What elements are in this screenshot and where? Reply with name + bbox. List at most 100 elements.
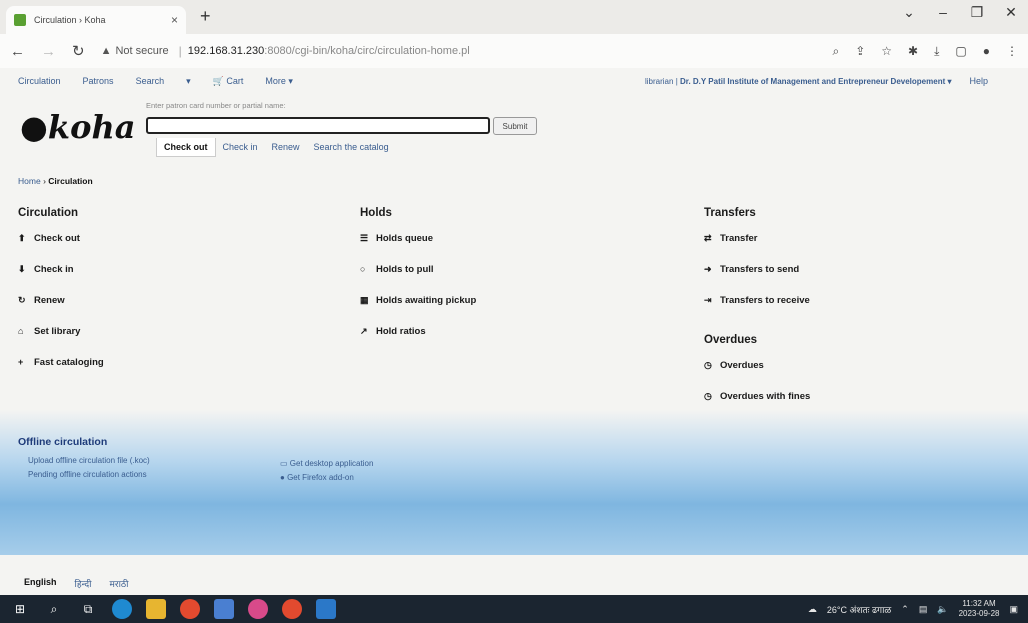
url-divider: |: [178, 44, 182, 58]
upload-icon: ⬆: [18, 233, 26, 243]
minimize-button[interactable]: –: [926, 4, 960, 21]
transfer-link[interactable]: ⇄ Transfer: [704, 233, 810, 264]
exchange-icon: ⇄: [704, 233, 712, 243]
koha-favicon-icon: [14, 14, 26, 26]
circulation-heading: Circulation: [18, 207, 79, 219]
user-library-menu[interactable]: librarian | Dr. D.Y Patil Institute of M…: [645, 77, 952, 86]
zoom-icon[interactable]: ⌕: [832, 44, 839, 59]
offline-tools: ▭ Get desktop application ● Get Firefox …: [280, 457, 373, 485]
nav-search[interactable]: Search: [136, 76, 165, 86]
check-out-link[interactable]: ⬆ Check out: [18, 233, 104, 264]
reload-icon[interactable]: ↻: [72, 42, 85, 60]
tab-title: Circulation › Koha: [34, 15, 106, 25]
chrome2-icon[interactable]: [282, 599, 302, 619]
renew-link[interactable]: ↻ Renew: [18, 295, 104, 326]
list-icon: ☰: [360, 233, 369, 243]
clock[interactable]: 11:32 AM 2023-09-28: [959, 599, 1000, 619]
holds-to-pull-label: Holds to pull: [376, 264, 434, 275]
nav-search-dropdown[interactable]: ▾: [186, 76, 191, 87]
edge-icon[interactable]: [112, 599, 132, 619]
tab-search-icon[interactable]: ⌄: [892, 4, 926, 21]
url-path[interactable]: :8080/cgi-bin/koha/circ/circulation-home…: [264, 45, 469, 57]
address-bar: ← → ↻ ▲ Not secure | 192.168.31.230 :808…: [0, 34, 1028, 68]
download-icon[interactable]: ⤓: [934, 44, 939, 59]
send-icon: ➜: [704, 264, 712, 274]
holds-awaiting-pickup-link[interactable]: ▦ Holds awaiting pickup: [360, 295, 476, 326]
overdues-label: Overdues: [720, 360, 764, 371]
menu-kebab-icon[interactable]: ⋮: [1006, 44, 1018, 59]
weather-text[interactable]: 26°C अंशतः ढगाळ: [827, 603, 891, 616]
nav-circulation[interactable]: Circulation: [18, 76, 61, 86]
tab-check-in[interactable]: Check in: [216, 138, 265, 157]
nav-patrons[interactable]: Patrons: [83, 76, 114, 86]
search-icon[interactable]: ⌕: [44, 599, 64, 619]
browser-tab[interactable]: Circulation › Koha ×: [6, 6, 186, 34]
forward-icon[interactable]: →: [41, 43, 56, 60]
desktop-app-link[interactable]: ▭ Get desktop application: [280, 457, 373, 471]
chevron-up-icon[interactable]: ⌃: [901, 604, 909, 615]
app2-icon[interactable]: [248, 599, 268, 619]
help-link[interactable]: Help: [969, 76, 988, 86]
transfers-to-send-label: Transfers to send: [720, 264, 800, 275]
close-window-button[interactable]: ✕: [994, 4, 1028, 21]
tab-check-out[interactable]: Check out: [156, 138, 216, 157]
app-icon[interactable]: [214, 599, 234, 619]
check-in-link[interactable]: ⬇ Check in: [18, 264, 104, 295]
clock-time: 11:32 AM: [962, 599, 996, 608]
fast-cataloging-link[interactable]: + Fast cataloging: [18, 357, 104, 388]
submit-button[interactable]: Submit: [493, 117, 537, 135]
patron-search-input[interactable]: [146, 117, 490, 134]
network-icon[interactable]: ▤: [919, 604, 928, 615]
nav-cart[interactable]: 🛒 Cart: [213, 76, 244, 87]
overdues-with-fines-link[interactable]: ◷ Overdues with fines: [704, 391, 810, 422]
profile-avatar-icon[interactable]: ●: [983, 44, 990, 59]
volume-icon[interactable]: 🔈: [937, 604, 948, 615]
breadcrumb-separator: ›: [43, 176, 46, 186]
word-icon[interactable]: [316, 599, 336, 619]
desktop-icon: ▭: [280, 459, 290, 468]
breadcrumb-home[interactable]: Home: [18, 176, 41, 186]
sidebar-icon[interactable]: ▢: [955, 44, 966, 59]
language-hindi[interactable]: हिन्दी: [75, 577, 92, 590]
security-label[interactable]: Not secure: [115, 45, 168, 57]
holds-to-pull-link[interactable]: ○ Holds to pull: [360, 264, 476, 295]
overdues-with-fines-label: Overdues with fines: [720, 391, 811, 402]
task-view-icon[interactable]: ⧉: [78, 599, 98, 619]
overdues-link[interactable]: ◷ Overdues: [704, 360, 810, 391]
koha-logo[interactable]: ●koha: [20, 108, 135, 146]
holds-column: Holds ☰ Holds queue ○ Holds to pull ▦ Holds…: [360, 207, 476, 357]
holds-queue-link[interactable]: ☰ Holds queue: [360, 233, 476, 264]
transfers-to-send-link[interactable]: ➜ Transfers to send: [704, 264, 810, 295]
extensions-icon[interactable]: ✱: [908, 44, 918, 59]
notifications-icon[interactable]: ▣: [1009, 604, 1018, 615]
transfers-to-receive-label: Transfers to receive: [720, 295, 810, 306]
bookmark-star-icon[interactable]: ☆: [881, 44, 892, 59]
set-library-link[interactable]: ⌂ Set library: [18, 326, 104, 357]
upload-offline-file-link[interactable]: Upload offline circulation file (.koc): [28, 454, 150, 468]
tab-search-catalog[interactable]: Search the catalog: [307, 138, 396, 157]
windows-start-icon[interactable]: ⊞: [10, 599, 30, 619]
tab-renew[interactable]: Renew: [265, 138, 307, 157]
file-explorer-icon[interactable]: [146, 599, 166, 619]
language-marathi[interactable]: मराठी: [110, 577, 129, 590]
back-icon[interactable]: ←: [10, 43, 25, 60]
new-tab-button[interactable]: +: [200, 6, 211, 27]
close-tab-icon[interactable]: ×: [171, 13, 178, 27]
koha-leaf-icon: ●: [20, 108, 48, 146]
logged-in-user: librarian: [644, 76, 674, 86]
firefox-addon-link[interactable]: ● Get Firefox add-on: [280, 471, 373, 485]
circulation-column: Circulation ⬆ Check out ⬇ Check in ↻ Renew …: [18, 207, 104, 388]
warning-icon[interactable]: ▲: [101, 45, 112, 57]
address-bar-actions: ⌕ ⇪ ☆ ✱ ⤓ ▢ ● ⋮: [832, 44, 1018, 59]
url-host[interactable]: 192.168.31.230: [188, 45, 264, 57]
language-current: English: [24, 577, 57, 587]
pending-offline-actions-link[interactable]: Pending offline circulation actions: [28, 468, 150, 482]
renew-label: Renew: [34, 295, 65, 306]
koha-top-nav: Circulation Patrons Search ▾ 🛒 Cart More…: [0, 70, 1028, 92]
hold-ratios-link[interactable]: ↗ Hold ratios: [360, 326, 476, 357]
share-icon[interactable]: ⇪: [855, 44, 865, 59]
chrome-icon[interactable]: [180, 599, 200, 619]
maximize-button[interactable]: ❐: [960, 4, 994, 21]
nav-more[interactable]: More ▾: [265, 76, 293, 87]
transfers-to-receive-link[interactable]: ⇥ Transfers to receive: [704, 295, 810, 326]
